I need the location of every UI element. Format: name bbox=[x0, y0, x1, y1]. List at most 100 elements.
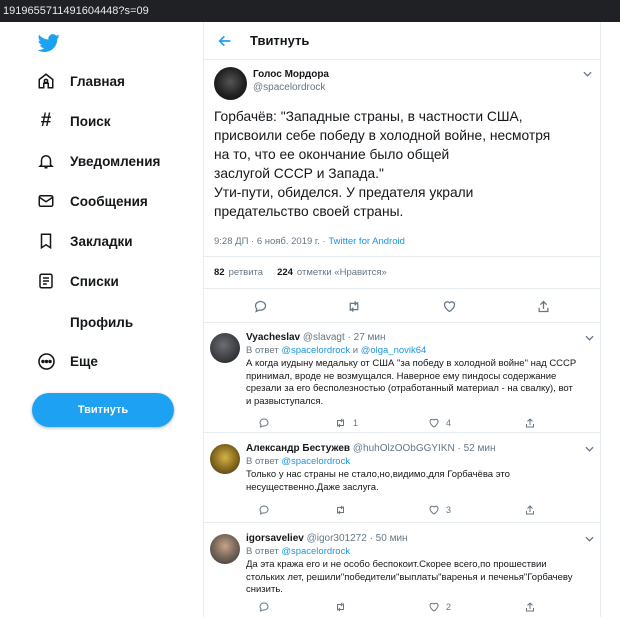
reply-to-link[interactable]: @spacelordrock bbox=[281, 546, 350, 557]
retweets-label[interactable]: ретвита bbox=[229, 267, 263, 278]
reply-to-link[interactable]: @spacelordrock bbox=[281, 345, 350, 356]
reply-body: Vyacheslav @slavagt · 27 мин В ответ @sp… bbox=[246, 332, 596, 408]
reply-text: Только у нас страны не стало,но,видимо,д… bbox=[246, 469, 596, 494]
home-icon bbox=[36, 71, 56, 91]
page-title: Твитнуть bbox=[250, 33, 310, 48]
avatar[interactable] bbox=[210, 444, 240, 474]
avatar[interactable] bbox=[210, 534, 240, 564]
reply-to-prefix: В ответ bbox=[246, 546, 279, 557]
reply-time[interactable]: · 50 мин bbox=[370, 533, 408, 544]
retweet-icon[interactable]: 1 bbox=[334, 417, 358, 429]
share-icon[interactable] bbox=[524, 417, 536, 429]
retweet-count: 1 bbox=[353, 418, 359, 428]
tweet-text-line: заслугой СССР и Запада." bbox=[214, 166, 384, 181]
reply-to-prefix: В ответ bbox=[246, 345, 279, 356]
likes-label[interactable]: отметки «Нравится» bbox=[297, 267, 387, 278]
tweet-text-line: Горбачёв: "Западные страны, в частности … bbox=[214, 109, 523, 124]
retweet-icon[interactable] bbox=[346, 298, 362, 314]
reply-tweet[interactable]: igorsaveliev @igor301272 · 50 мин В отве… bbox=[204, 524, 601, 617]
reply-text-line: срезали за его бесполезностью (отработан… bbox=[246, 383, 573, 394]
reply-tweet[interactable]: Александр Бестужев @huhOlzOObGGYIKN · 52… bbox=[204, 434, 601, 523]
tweet-text: Горбачёв: "Западные страны, в частности … bbox=[214, 107, 594, 221]
reply-to-prefix: В ответ bbox=[246, 456, 279, 467]
like-heart-icon[interactable]: 2 bbox=[428, 601, 451, 613]
chevron-down-icon[interactable] bbox=[584, 445, 594, 453]
like-heart-icon[interactable] bbox=[441, 298, 457, 314]
reply-author-name[interactable]: Vyacheslav bbox=[246, 332, 300, 343]
reply-body: igorsaveliev @igor301272 · 50 мин В отве… bbox=[246, 533, 596, 597]
sidebar-item-label: Поиск bbox=[70, 113, 111, 129]
like-count: 3 bbox=[446, 505, 452, 515]
reply-actions: 2 bbox=[246, 601, 586, 615]
reply-to-link[interactable]: @olga_novik64 bbox=[361, 345, 427, 356]
avatar[interactable] bbox=[210, 333, 240, 363]
bookmark-icon bbox=[36, 231, 56, 251]
reply-text-line: принимал, вроде не возмущался. Наверное … bbox=[246, 370, 557, 382]
reply-text-line: стольких лет, решили"победители"выплаты"… bbox=[246, 571, 573, 583]
tweet-time[interactable]: 9:28 ДП · 6 нояб. 2019 г. · bbox=[214, 236, 326, 247]
sidebar-item-bookmarks[interactable]: Закладки bbox=[36, 226, 133, 256]
reply-to-and: и bbox=[352, 345, 359, 356]
reply-header: igorsaveliev @igor301272 · 50 мин bbox=[246, 533, 596, 544]
likes-count[interactable]: 224 bbox=[277, 267, 293, 278]
chevron-down-icon[interactable] bbox=[584, 334, 594, 342]
browser-url-bar[interactable]: 1919655711491604448?s=09 bbox=[0, 0, 620, 22]
reply-author-handle[interactable]: @huhOlzOObGGYIKN bbox=[353, 443, 455, 454]
author-name: Голос Мордора bbox=[253, 69, 329, 80]
list-icon bbox=[36, 271, 56, 291]
share-icon[interactable] bbox=[524, 601, 536, 613]
sidebar-item-label: Профиль bbox=[70, 314, 134, 330]
reply-author-name[interactable]: Александр Бестужев bbox=[246, 443, 350, 454]
sidebar-item-label: Списки bbox=[70, 273, 119, 289]
reply-text-line: и развыступался. bbox=[246, 395, 324, 407]
sidebar-item-lists[interactable]: Списки bbox=[36, 266, 119, 296]
sidebar-item-explore[interactable]: # Поиск bbox=[36, 106, 111, 136]
more-circle-icon bbox=[36, 351, 56, 371]
like-count: 2 bbox=[446, 602, 452, 612]
chevron-down-icon[interactable] bbox=[582, 70, 592, 78]
reply-to: В ответ @spacelordrock и @olga_novik64 bbox=[246, 345, 596, 356]
reply-text-line: Только у нас страны не стало,но,видимо,д… bbox=[246, 469, 510, 480]
sidebar: Главная # Поиск Уведомления Сообщения За… bbox=[0, 22, 203, 617]
back-arrow-icon[interactable] bbox=[216, 32, 234, 50]
sidebar-item-label: Закладки bbox=[70, 233, 133, 249]
share-icon[interactable] bbox=[524, 504, 536, 516]
reply-time[interactable]: · 27 мин bbox=[348, 332, 386, 343]
hashtag-icon: # bbox=[40, 110, 52, 131]
like-heart-icon[interactable]: 4 bbox=[428, 417, 451, 429]
sidebar-item-label: Уведомления bbox=[70, 153, 161, 169]
envelope-icon bbox=[36, 191, 56, 211]
reply-icon[interactable] bbox=[258, 601, 270, 613]
like-heart-icon[interactable]: 3 bbox=[428, 504, 451, 516]
reply-text: А когда иудыну медальку от США "за побед… bbox=[246, 358, 596, 408]
retweet-icon[interactable] bbox=[334, 504, 353, 516]
twitter-logo-icon[interactable] bbox=[37, 32, 60, 54]
reply-tweet[interactable]: Vyacheslav @slavagt · 27 мин В ответ @sp… bbox=[204, 323, 601, 433]
reply-icon[interactable] bbox=[258, 504, 270, 516]
reply-author-name[interactable]: igorsaveliev bbox=[246, 533, 304, 544]
sidebar-item-notifications[interactable]: Уведомления bbox=[36, 146, 160, 176]
sidebar-item-profile[interactable]: Профиль bbox=[36, 307, 133, 337]
avatar[interactable] bbox=[214, 67, 247, 100]
retweets-count[interactable]: 82 bbox=[214, 267, 225, 278]
chevron-down-icon[interactable] bbox=[584, 535, 594, 543]
right-margin bbox=[601, 22, 620, 617]
like-count: 4 bbox=[446, 418, 452, 428]
share-icon[interactable] bbox=[535, 298, 551, 314]
sidebar-item-home[interactable]: Главная bbox=[36, 66, 125, 96]
sidebar-item-label: Еще bbox=[70, 353, 98, 369]
reply-author-handle[interactable]: @slavagt bbox=[303, 332, 345, 343]
reply-icon[interactable] bbox=[258, 417, 270, 429]
page-header: Твитнуть bbox=[204, 22, 601, 60]
tweet-author[interactable]: Голос Мордора @spacelordrock bbox=[253, 69, 329, 93]
tweet-source[interactable]: Twitter for Android bbox=[328, 236, 405, 247]
tweet-button[interactable]: Твитнуть bbox=[32, 393, 174, 427]
author-handle: @spacelordrock bbox=[253, 82, 326, 93]
reply-time[interactable]: · 52 мин bbox=[458, 443, 496, 454]
sidebar-item-more[interactable]: Еще bbox=[36, 346, 98, 376]
reply-author-handle[interactable]: @igor301272 bbox=[307, 533, 367, 544]
reply-icon[interactable] bbox=[252, 298, 268, 314]
retweet-icon[interactable] bbox=[334, 601, 353, 613]
reply-to-link[interactable]: @spacelordrock bbox=[281, 456, 350, 467]
sidebar-item-messages[interactable]: Сообщения bbox=[36, 186, 148, 216]
